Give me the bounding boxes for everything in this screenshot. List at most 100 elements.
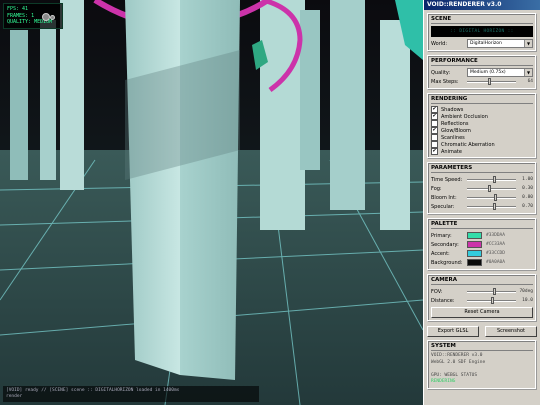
distance-slider[interactable]: [467, 297, 516, 304]
parameter-row: Specular: 0.70: [431, 202, 533, 211]
palette-label: Secondary:: [431, 241, 459, 248]
render-option-label: Scanlines: [441, 134, 465, 141]
console-log: [VOID] ready // [SCENE] scene :: DIGITAL…: [3, 386, 259, 402]
parameter-value: 0.30: [522, 186, 533, 191]
system-status: RENDERING: [431, 379, 456, 384]
system-group: SYSTEM VOID::RENDERER v3.0 WebGL 2.0 SDF…: [427, 340, 537, 390]
slider-handle[interactable]: [490, 297, 494, 304]
maxsteps-label: Max Steps:: [431, 78, 459, 85]
performance-heading: PERFORMANCE: [431, 58, 533, 66]
distance-label: Distance:: [431, 297, 455, 304]
palette-row: Background: #0A0A0A: [431, 258, 533, 267]
parameter-value: 0.70: [522, 204, 533, 209]
render-option[interactable]: ✔ Ambient Occlusion: [431, 113, 533, 120]
render-option-label: Chromatic Aberration: [441, 141, 495, 148]
parameters-group: PARAMETERS Time Speed: 1.00 Fog: 0.30 Bloom …: [427, 162, 537, 215]
slider-handle[interactable]: [492, 176, 496, 183]
render-option[interactable]: Scanlines: [431, 134, 533, 141]
palette-label: Background:: [431, 259, 463, 266]
scene-render: [0, 0, 423, 405]
checkbox-checked[interactable]: ✔: [431, 127, 438, 134]
palette-group: PALETTE Primary: #33DDAA Secondary: #CC33AA…: [427, 218, 537, 271]
checkbox-checked[interactable]: ✔: [431, 148, 438, 155]
parameter-label: Fog:: [431, 185, 442, 192]
checkbox-unchecked[interactable]: [431, 120, 438, 127]
fov-label: FOV:: [431, 288, 443, 295]
render-option-label: Glow/Bloom: [441, 127, 471, 134]
palette-hex: #33CCDD: [486, 251, 505, 256]
maxsteps-value: 64: [527, 79, 533, 84]
parameter-row: Fog: 0.30: [431, 184, 533, 193]
parameter-label: Bloom Int:: [431, 194, 457, 201]
world-label: World:: [431, 40, 448, 47]
parameter-row: Time Speed: 1.00: [431, 175, 533, 184]
scene-heading: SCENE: [431, 16, 533, 24]
system-heading: SYSTEM: [431, 343, 533, 351]
render-option[interactable]: ✔ Shadows: [431, 106, 533, 113]
chevron-down-icon[interactable]: ▼: [524, 69, 532, 76]
quality-value: Medium (0.75x): [470, 70, 506, 75]
slider-handle[interactable]: [492, 203, 496, 210]
render-option-label: Shadows: [441, 106, 464, 113]
render-option[interactable]: Reflections: [431, 120, 533, 127]
rendering-group: RENDERING ✔ Shadows ✔ Ambient Occlusion Refl…: [427, 93, 537, 159]
render-option-label: Reflections: [441, 120, 469, 127]
color-swatch[interactable]: [467, 232, 482, 239]
fov-slider[interactable]: [467, 288, 516, 295]
world-select[interactable]: DigitalHorizon ▼: [467, 39, 533, 48]
checkbox-checked[interactable]: ✔: [431, 106, 438, 113]
palette-heading: PALETTE: [431, 221, 533, 229]
palette-label: Primary:: [431, 232, 452, 239]
checkbox-unchecked[interactable]: [431, 141, 438, 148]
parameter-slider[interactable]: [467, 176, 516, 183]
gear-small-icon: [50, 15, 55, 20]
parameter-label: Time Speed:: [431, 176, 463, 183]
panel-title: VOID::RENDERER v3.0: [424, 0, 540, 10]
parameters-heading: PARAMETERS: [431, 165, 533, 173]
palette-row: Primary: #33DDAA: [431, 231, 533, 240]
parameter-slider[interactable]: [467, 194, 516, 201]
export-glsl-button[interactable]: Export GLSL: [427, 326, 479, 337]
slider-handle[interactable]: [488, 78, 492, 85]
gear-icon[interactable]: [42, 13, 50, 21]
render-option[interactable]: ✔ Glow/Bloom: [431, 127, 533, 134]
distance-value: 10.0: [522, 298, 533, 303]
palette-row: Accent: #33CCDD: [431, 249, 533, 258]
scene-banner: :: DIGITAL HORIZON ::: [431, 26, 533, 37]
console-line: render: [6, 394, 23, 399]
rendering-heading: RENDERING: [431, 96, 533, 104]
camera-heading: CAMERA: [431, 277, 533, 285]
checkbox-unchecked[interactable]: [431, 134, 438, 141]
performance-group: PERFORMANCE Quality: Medium (0.75x) ▼ Ma…: [427, 55, 537, 90]
palette-hex: #0A0A0A: [486, 260, 505, 265]
palette-row: Secondary: #CC33AA: [431, 240, 533, 249]
render-option[interactable]: ✔ Animate: [431, 148, 533, 155]
maxsteps-slider[interactable]: [467, 78, 516, 85]
quality-select[interactable]: Medium (0.75x) ▼: [467, 68, 533, 77]
render-option[interactable]: Chromatic Aberration: [431, 141, 533, 148]
parameter-row: Bloom Int: 0.80: [431, 193, 533, 202]
slider-handle[interactable]: [494, 194, 498, 201]
render-option-label: Ambient Occlusion: [441, 113, 488, 120]
screenshot-button[interactable]: Screenshot: [485, 326, 537, 337]
color-swatch[interactable]: [467, 241, 482, 248]
parameter-slider[interactable]: [467, 203, 516, 210]
color-swatch[interactable]: [467, 250, 482, 257]
color-swatch[interactable]: [467, 259, 482, 266]
slider-handle[interactable]: [492, 288, 496, 295]
slider-handle[interactable]: [488, 185, 492, 192]
render-viewport[interactable]: FPS: 41 FRAMES: 1 QUALITY: MEDIUM [VOID]…: [0, 0, 423, 405]
chevron-down-icon[interactable]: ▼: [524, 40, 532, 47]
render-option-label: Animate: [441, 148, 462, 155]
parameter-label: Specular:: [431, 203, 455, 210]
parameter-slider[interactable]: [467, 185, 516, 192]
palette-hex: #CC33AA: [486, 242, 505, 247]
reset-camera-button[interactable]: Reset Camera: [431, 307, 533, 318]
parameter-value: 1.00: [522, 177, 533, 182]
foreground-pillar: [125, 0, 240, 380]
palette-hex: #33DDAA: [486, 233, 505, 238]
quality-label: Quality:: [431, 69, 451, 76]
fov-value: 70deg: [519, 289, 533, 294]
parameter-value: 0.80: [522, 195, 533, 200]
checkbox-checked[interactable]: ✔: [431, 113, 438, 120]
